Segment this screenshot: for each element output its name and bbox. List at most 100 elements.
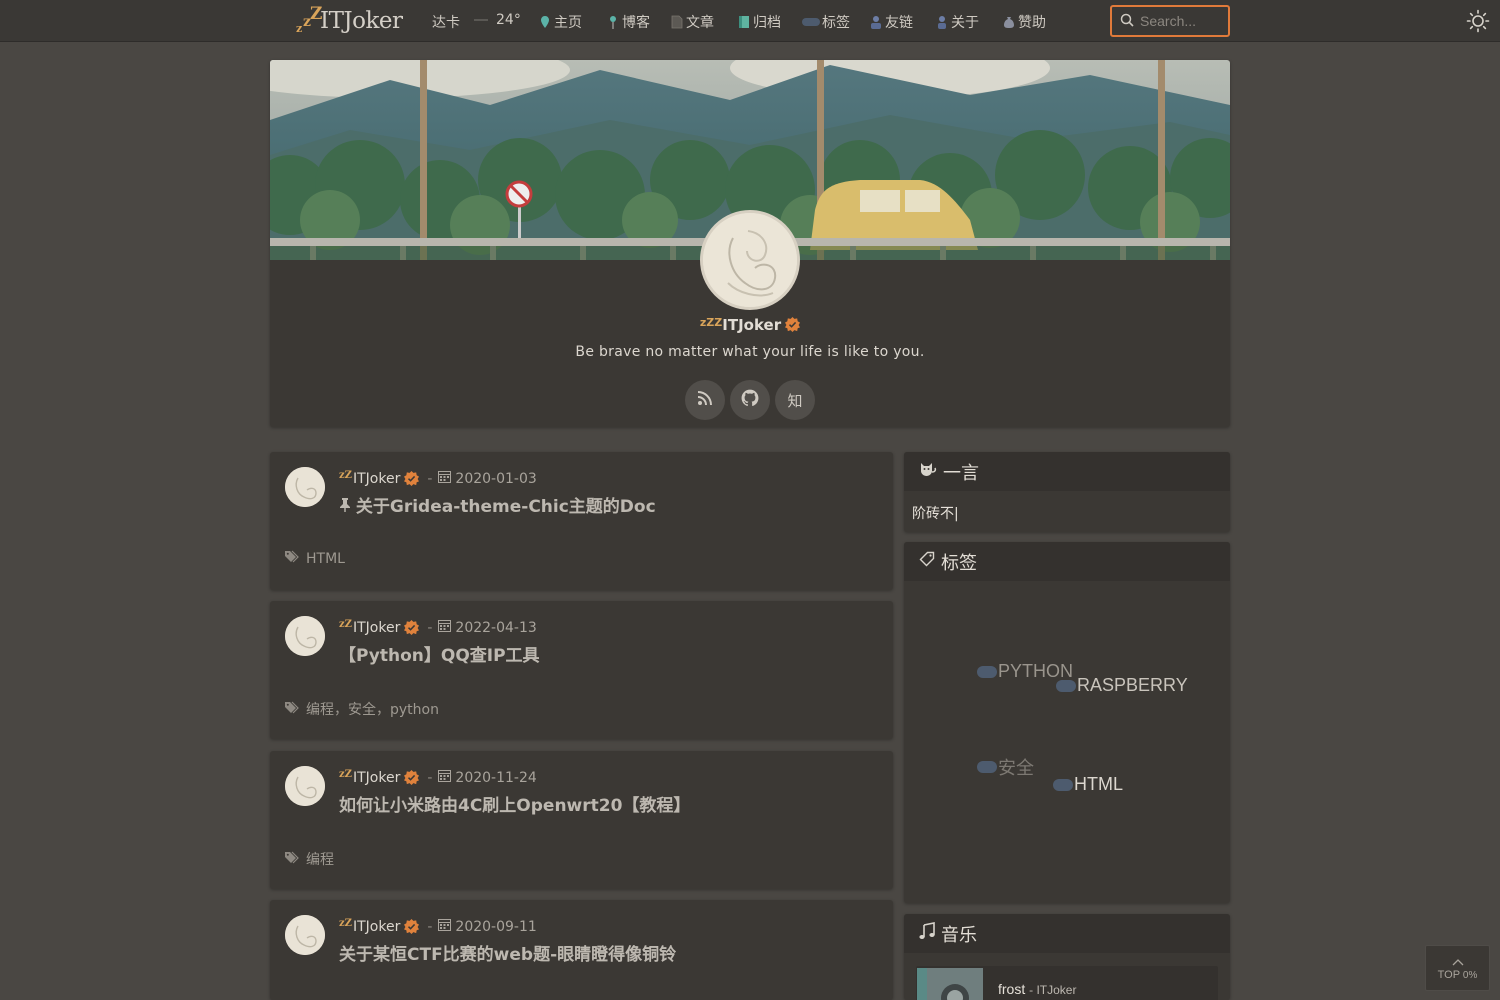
nav-item-tags[interactable]: 标签 [802,12,850,32]
nav-item-sponsor[interactable]: 赞助 [1002,12,1046,32]
widget-header: 标签 [904,542,1230,581]
avatar[interactable] [285,766,325,806]
tag-icon [802,15,820,29]
nav-item-about[interactable]: 关于 [935,12,979,32]
search-input[interactable] [1140,13,1226,29]
weather-icon [474,19,488,21]
post-card[interactable]: zZ ITJoker - 2022-04-13 【Python】QQ查IP工具 … [270,601,893,739]
post-card[interactable]: zZ ITJoker - 2020-11-24 如何让小米路由4C刷上Openw… [270,751,893,889]
zhihu-button[interactable]: 知 [775,380,815,420]
post-meta: zZ ITJoker - 2022-04-13 [339,619,537,636]
profile-name: zZZITJoker [270,316,1230,334]
search-icon [1120,12,1134,31]
nav-checkin[interactable]: 达卡 [432,12,460,32]
post-author[interactable]: ITJoker [353,919,400,935]
logo-zzz-icon: zzZ [296,4,323,35]
nav-item-archive[interactable]: 归档 [737,12,781,32]
zhihu-icon: 知 [787,391,803,410]
site-logo[interactable]: zzZ ITJoker [296,4,403,37]
post-date: 2022-04-13 [455,619,537,636]
nav-item-label: 博客 [622,15,650,31]
post-card[interactable]: zZ ITJoker - 2020-01-03 关于Gridea-theme-C… [270,452,893,590]
search-box[interactable] [1110,5,1230,37]
tag-pill-icon [1053,778,1073,791]
chevron-up-icon [1426,957,1489,969]
cloud-tag-raspberry[interactable]: RASPBERRY [1056,675,1188,696]
post-title[interactable]: 关于Gridea-theme-Chic主题的Doc [339,492,656,517]
avatar[interactable] [285,467,325,507]
post-card[interactable]: zZ ITJoker - 2020-09-11 关于某恒CTF比赛的web题-眼… [270,900,893,1000]
nav-checkin-label: 达卡 [432,15,460,31]
nav-item-home[interactable]: 主页 [538,12,582,32]
music-widget: 音乐 frost - ITJoker [904,914,1230,1000]
pin-icon [339,498,356,516]
person-icon [935,15,949,29]
weather-widget: 24° [474,12,521,28]
post-date: 2020-01-03 [455,470,537,487]
tags-icon [285,701,300,718]
scroll-percent: 0% [1462,970,1478,981]
post-title[interactable]: 【Python】QQ查IP工具 [339,641,540,666]
post-tag-list[interactable]: HTML [306,551,345,567]
post-author[interactable]: ITJoker [353,770,400,786]
widget-title: 一言 [943,462,979,484]
verified-badge-icon [404,919,420,934]
album-cover[interactable] [917,968,983,1000]
post-tags: 编程 [285,849,334,869]
verified-badge-icon [404,620,420,635]
track-info: frost - ITJoker [998,981,1076,997]
cloud-tag-label: HTML [1074,774,1123,794]
tag-pill-icon [977,665,997,678]
theme-toggle-sun-icon[interactable] [1466,9,1490,33]
post-date: 2020-11-24 [455,769,537,786]
post-tag-list[interactable]: 编程 [306,849,334,869]
widget-header: 一言 [904,452,1230,491]
pin-icon [538,15,552,29]
pushpin-icon [606,15,620,29]
avatar[interactable] [285,616,325,656]
cloud-tag-label: 安全 [998,758,1034,778]
track-title: frost [998,981,1026,997]
music-player[interactable]: frost - ITJoker [916,966,1218,1000]
nav-item-label: 赞助 [1018,15,1046,31]
friends-icon [869,15,883,29]
meta-separator: - [427,918,433,935]
post-tags: 编程，安全，python [285,699,439,719]
tag-pill-icon [977,761,997,773]
nav-item-articles[interactable]: 文章 [670,12,714,32]
nav-item-friends[interactable]: 友链 [869,12,913,32]
tags-icon [285,550,300,567]
profile-avatar[interactable] [700,210,800,310]
money-bag-icon [1002,15,1016,29]
github-button[interactable] [730,380,770,420]
post-tag-list[interactable]: 编程，安全，python [306,699,439,719]
post-title[interactable]: 如何让小米路由4C刷上Openwrt20【教程】 [339,791,690,816]
post-author[interactable]: ITJoker [353,471,400,487]
tag-pill-icon [1056,679,1076,692]
calendar-icon [438,918,452,935]
back-to-top-button[interactable]: TOP 0% [1425,945,1490,991]
avatar[interactable] [285,915,325,955]
rss-button[interactable] [685,380,725,420]
nav-item-blog[interactable]: 博客 [606,12,650,32]
temperature: 24° [496,12,521,28]
post-author[interactable]: ITJoker [353,620,400,636]
widget-title: 音乐 [941,924,977,946]
profile-name-text: ITJoker [722,316,782,334]
top-nav: zzZ ITJoker 达卡 24° 主页 博客 文章 归档 标签 友链 关于 … [0,0,1500,42]
zzz-icon: zZZ [699,316,723,329]
nav-item-label: 归档 [753,15,781,31]
zzz-icon: zZ [339,619,352,630]
tag-cloud: PYTHON RASPBERRY 安全 HTML [904,581,1230,903]
post-title[interactable]: 关于某恒CTF比赛的web题-眼睛瞪得像铜铃 [339,940,676,965]
cloud-tag-html[interactable]: HTML [1053,774,1123,795]
meta-separator: - [427,769,433,786]
profile-motto: Be brave no matter what your life is lik… [575,344,925,360]
tag-outline-icon [919,551,935,572]
calendar-icon [438,769,452,786]
verified-badge-icon [785,317,801,332]
cloud-tag-security[interactable]: 安全 [977,754,1034,780]
post-title-text: 关于Gridea-theme-Chic主题的Doc [355,497,656,517]
cloud-tag-label: RASPBERRY [1077,675,1188,695]
calendar-icon [438,470,452,487]
